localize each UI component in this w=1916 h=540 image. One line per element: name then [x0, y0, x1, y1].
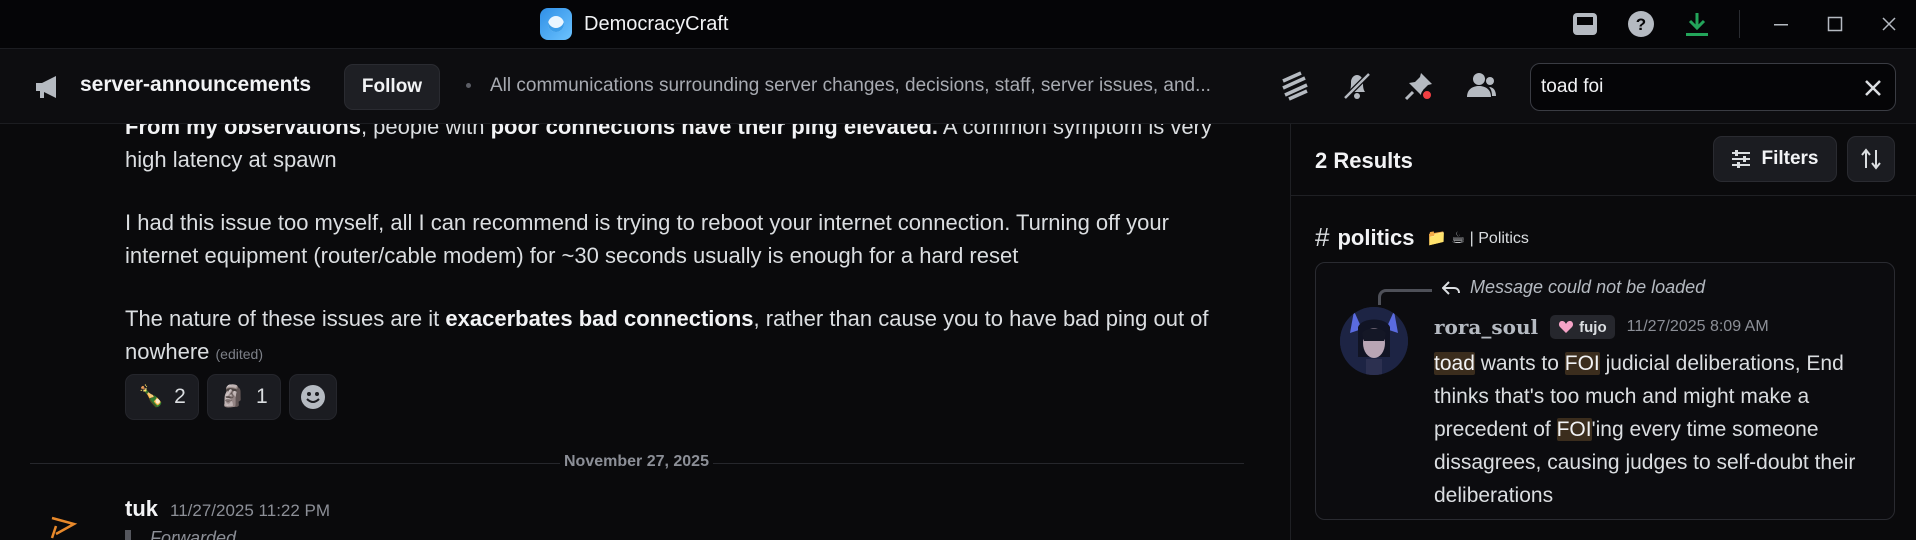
heart-icon: [1559, 321, 1574, 333]
user-tag-badge: fujo: [1550, 315, 1615, 339]
message-text-paragraph: The nature of these issues are it exacer…: [125, 302, 1225, 371]
sort-icon: [1861, 148, 1881, 170]
result-username[interactable]: rora_soul: [1434, 315, 1538, 339]
header-toolbar: [1276, 67, 1500, 105]
message-text-partial: From my observations, people with poor c…: [125, 124, 1212, 172]
result-channel-name: politics: [1337, 224, 1415, 250]
reply-notice: Message could not be loaded: [1470, 277, 1706, 297]
forward-bar: [125, 530, 131, 540]
sort-button[interactable]: [1847, 136, 1895, 182]
search-results-panel: 2 Results Filters # politics 📁 ☕ | Polit…: [1290, 124, 1916, 540]
topic-separator: [466, 83, 471, 88]
pinned-messages-icon[interactable]: [1400, 67, 1438, 105]
filters-button[interactable]: Filters: [1713, 136, 1837, 182]
user-avatar[interactable]: [1340, 307, 1408, 375]
result-message-header: rora_soul fujo 11/27/2025 8:09 AM: [1434, 315, 1769, 339]
reply-arrow-icon: [1442, 280, 1460, 295]
member-list-icon[interactable]: [1462, 67, 1500, 105]
message-text-paragraph: I had this issue too myself, all I can r…: [125, 210, 1169, 268]
close-window-button[interactable]: [1862, 0, 1916, 48]
result-channel-header[interactable]: # politics 📁 ☕ | Politics: [1315, 222, 1529, 253]
reaction-emoji: 🍾: [138, 385, 165, 408]
reply-preview: Message could not be loaded: [1442, 277, 1705, 298]
message-text-span: The nature of these issues are it: [125, 306, 446, 331]
minimize-button[interactable]: [1754, 0, 1808, 48]
message-list[interactable]: From my observations, people with poor c…: [0, 124, 1290, 540]
channel-header: server-announcements Follow All communic…: [0, 48, 1916, 124]
follow-button[interactable]: Follow: [344, 64, 440, 110]
smiley-icon: [300, 385, 325, 409]
svg-text:?: ?: [1636, 15, 1646, 34]
app-name: DemocracyCraft: [584, 12, 729, 35]
reply-connector: [1378, 289, 1432, 305]
author-avatar[interactable]: [48, 508, 80, 540]
message-header: tuk 11/27/2025 11:22 PM: [125, 496, 330, 522]
maximize-button[interactable]: [1808, 0, 1862, 48]
filters-label: Filters: [1761, 148, 1819, 169]
title-bar: DemocracyCraft ?: [0, 0, 1916, 48]
search-bar[interactable]: [1530, 63, 1896, 111]
reaction-count: 1: [256, 385, 268, 408]
help-icon[interactable]: ?: [1613, 0, 1669, 48]
titlebar-separator: [1739, 10, 1740, 38]
server-logo-icon: [540, 8, 572, 40]
author-name[interactable]: tuk: [125, 496, 158, 522]
announcement-channel-icon: [34, 75, 64, 99]
edited-label: (edited): [215, 346, 263, 362]
results-count: 2 Results: [1315, 148, 1413, 173]
result-channel-category: 📁 ☕ | Politics: [1426, 229, 1529, 247]
text-channel-icon: #: [1315, 222, 1330, 252]
mute-notifications-icon[interactable]: [1338, 67, 1376, 105]
clear-search-icon[interactable]: [1861, 76, 1885, 100]
result-text-span: wants to: [1474, 352, 1565, 375]
threads-icon[interactable]: [1276, 67, 1314, 105]
search-highlight: toad: [1434, 352, 1475, 375]
date-divider-label: November 27, 2025: [560, 453, 713, 471]
reactions-bar: 🍾 2 🗿 1: [125, 374, 337, 420]
titlebar-icons: ?: [1557, 0, 1916, 48]
reaction-bottle[interactable]: 🍾 2: [125, 374, 199, 420]
channel-name: server-announcements: [80, 73, 312, 96]
user-tag-label: fujo: [1579, 318, 1607, 336]
app-title: DemocracyCraft: [540, 8, 729, 40]
reaction-moai[interactable]: 🗿 1: [206, 374, 281, 420]
add-reaction-button[interactable]: [288, 374, 337, 420]
message-timestamp: 11/27/2025 11:22 PM: [170, 501, 331, 520]
search-result-card[interactable]: Message could not be loaded rora_soul fu…: [1315, 262, 1895, 520]
search-highlight: FOI: [1556, 418, 1592, 441]
sliders-icon: [1732, 150, 1751, 168]
search-input[interactable]: [1541, 76, 1841, 98]
inbox-icon[interactable]: [1557, 0, 1613, 48]
result-message-text: toad wants to FOI judicial deliberations…: [1434, 347, 1874, 512]
results-header: 2 Results Filters: [1291, 124, 1916, 196]
reaction-emoji: 🗿: [219, 385, 246, 408]
search-highlight: FOI: [1564, 352, 1600, 375]
download-icon[interactable]: [1669, 0, 1725, 48]
forwarded-label: Forwarded: [150, 528, 237, 540]
result-timestamp: 11/27/2025 8:09 AM: [1626, 318, 1769, 335]
message-bold-text: exacerbates bad connections: [445, 306, 754, 331]
channel-topic[interactable]: All communications surrounding server ch…: [490, 75, 1260, 97]
reaction-count: 2: [174, 385, 186, 408]
